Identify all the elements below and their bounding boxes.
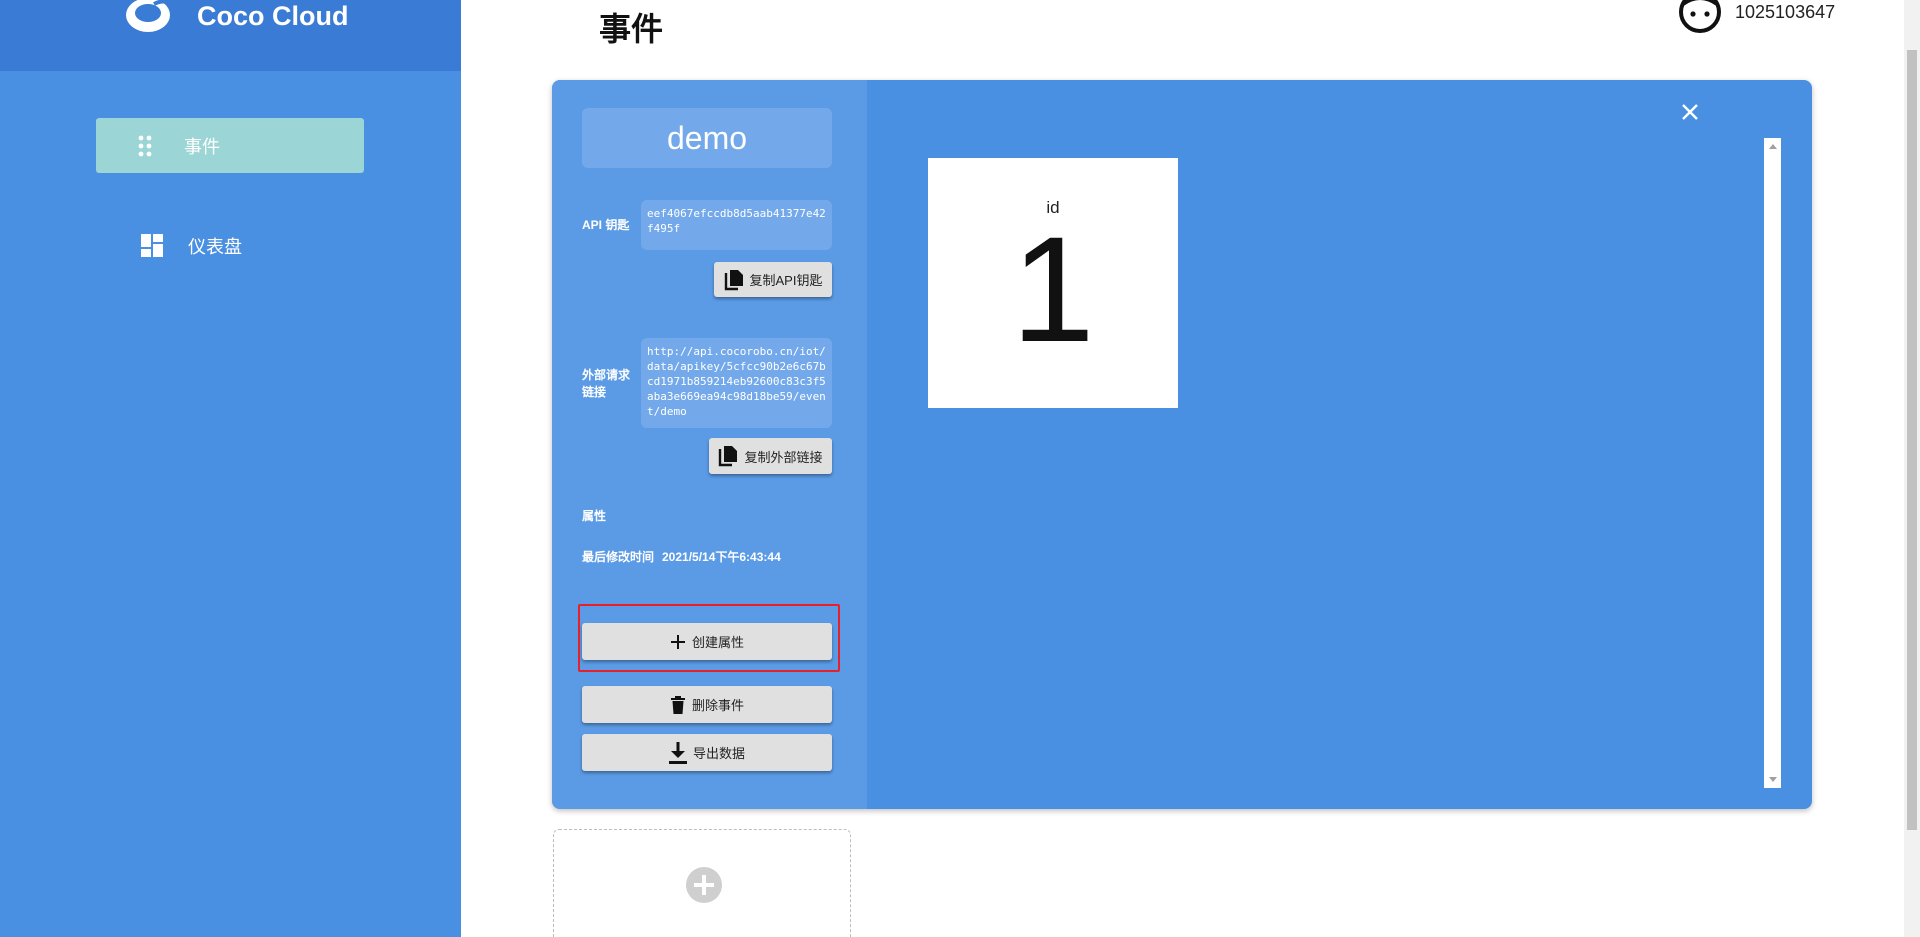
last-modified-label: 最后修改时间 <box>582 550 655 564</box>
copy-api-key-button[interactable]: 复制API钥匙 <box>714 262 832 297</box>
attribute-value: 1 <box>1011 205 1095 373</box>
export-data-button[interactable]: 导出数据 <box>582 734 832 771</box>
scroll-down-arrow-icon[interactable] <box>1769 777 1777 782</box>
sidebar-item-label: 事件 <box>184 136 220 157</box>
coco-logo-icon <box>126 0 174 32</box>
delete-event-button[interactable]: 删除事件 <box>582 686 832 723</box>
create-attribute-label: 创建属性 <box>691 635 744 650</box>
event-name: demo <box>582 108 832 168</box>
trash-icon <box>670 695 685 714</box>
close-icon[interactable] <box>1678 100 1702 124</box>
plus-icon <box>670 634 685 649</box>
attributes-label: 属性 <box>582 509 607 523</box>
scroll-up-arrow-icon[interactable] <box>1769 144 1777 149</box>
dashboard-icon <box>141 233 165 258</box>
copy-icon <box>719 446 738 467</box>
attribute-tile[interactable]: id 1 <box>928 158 1178 408</box>
event-card: demo API 钥匙 eef4067efccdb8d5aab41377e42f… <box>552 80 1812 809</box>
sidebar-item-dashboard[interactable]: 仪表盘 <box>96 218 364 273</box>
create-attribute-button[interactable]: 创建属性 <box>582 623 832 660</box>
event-details-panel: demo API 钥匙 eef4067efccdb8d5aab41377e42f… <box>552 80 867 809</box>
sidebar: Coco Cloud 事件 仪表盘 <box>0 0 461 937</box>
delete-event-label: 删除事件 <box>691 698 744 713</box>
sidebar-header: Coco Cloud <box>0 0 461 71</box>
copy-icon <box>724 269 743 290</box>
page-scrollbar[interactable] <box>1904 0 1920 937</box>
external-url-label: 外部请求链接 <box>582 368 631 399</box>
external-url-value: http://api.cocorobo.cn/iot/data/apikey/5… <box>641 338 832 428</box>
scrollbar-thumb[interactable] <box>1907 50 1917 830</box>
api-key-label: API 钥匙 <box>582 218 630 232</box>
grid-dots-icon <box>133 134 157 158</box>
copy-api-key-label: 复制API钥匙 <box>749 273 823 288</box>
sidebar-item-label: 仪表盘 <box>188 236 242 257</box>
user-id[interactable]: 1025103647 <box>1735 2 1835 23</box>
brand-name: Coco Cloud <box>197 1 349 31</box>
download-icon <box>668 741 687 764</box>
attributes-scrollbar[interactable] <box>1764 138 1781 788</box>
api-key-value: eef4067efccdb8d5aab41377e42f495f <box>641 200 832 250</box>
last-modified-value: 2021/5/14下午6:43:44 <box>662 550 781 564</box>
page-title: 事件 <box>599 11 664 47</box>
add-circle-icon <box>686 867 722 903</box>
face-icon[interactable] <box>1677 0 1723 34</box>
export-data-label: 导出数据 <box>692 746 745 761</box>
copy-external-url-label: 复制外部链接 <box>744 449 823 465</box>
sidebar-item-events[interactable]: 事件 <box>96 118 364 173</box>
copy-external-url-button[interactable]: 复制外部链接 <box>709 438 832 474</box>
add-event-card[interactable] <box>553 829 851 937</box>
